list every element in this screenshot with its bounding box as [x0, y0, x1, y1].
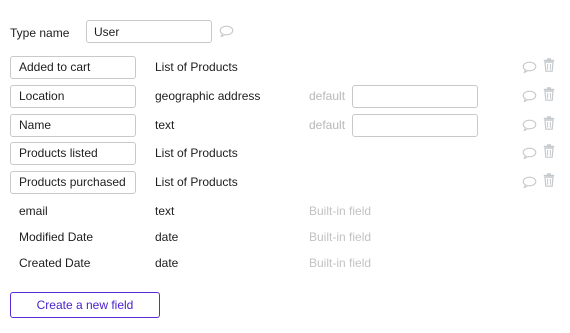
field-name-input[interactable]: Location	[10, 85, 136, 108]
comment-icon[interactable]	[522, 119, 537, 135]
default-label: default	[309, 118, 346, 132]
comment-icon[interactable]	[522, 176, 537, 192]
builtin-field-row: Created Date date Built-in field	[0, 252, 570, 275]
trash-icon[interactable]	[543, 173, 555, 190]
trash-icon[interactable]	[543, 116, 555, 133]
comment-icon[interactable]	[522, 90, 537, 106]
field-type: date	[155, 230, 179, 244]
field-type[interactable]: List of Products	[155, 56, 238, 79]
builtin-field-row: email text Built-in field	[0, 200, 570, 223]
field-row: Location geographic address default	[0, 85, 570, 108]
field-type[interactable]: geographic address	[155, 85, 260, 108]
field-name-input[interactable]: Name	[10, 114, 136, 137]
field-name-input[interactable]: Products listed	[10, 142, 136, 165]
field-type[interactable]: text	[155, 114, 174, 137]
field-row: Products listed List of Products	[0, 142, 570, 165]
comment-icon[interactable]	[522, 61, 537, 77]
field-type: text	[155, 204, 175, 218]
type-name-label: Type name	[10, 26, 70, 40]
default-label: default	[309, 89, 346, 103]
field-type[interactable]: List of Products	[155, 171, 238, 194]
field-type[interactable]: List of Products	[155, 142, 238, 165]
builtin-field-note: Built-in field	[309, 230, 372, 244]
comment-icon[interactable]	[522, 147, 537, 163]
field-row: Name text default	[0, 114, 570, 137]
default-value-input[interactable]	[352, 85, 478, 108]
trash-icon[interactable]	[543, 144, 555, 161]
builtin-field-note: Built-in field	[309, 204, 372, 218]
field-name: Modified Date	[19, 230, 94, 244]
field-name: Created Date	[19, 256, 91, 270]
field-name: email	[19, 204, 48, 218]
field-name-input[interactable]: Products purchased	[10, 171, 136, 194]
field-name-input[interactable]: Added to cart	[10, 56, 136, 79]
create-new-field-button[interactable]: Create a new field	[10, 292, 160, 318]
field-row: Products purchased List of Products	[0, 171, 570, 194]
default-value-input[interactable]	[352, 114, 478, 137]
trash-icon[interactable]	[543, 87, 555, 104]
comment-icon[interactable]	[219, 25, 234, 41]
builtin-field-row: Modified Date date Built-in field	[0, 226, 570, 249]
type-name-input[interactable]	[86, 20, 212, 43]
field-type: date	[155, 256, 179, 270]
trash-icon[interactable]	[543, 58, 555, 75]
builtin-field-note: Built-in field	[309, 256, 372, 270]
field-row: Added to cart List of Products	[0, 56, 570, 79]
